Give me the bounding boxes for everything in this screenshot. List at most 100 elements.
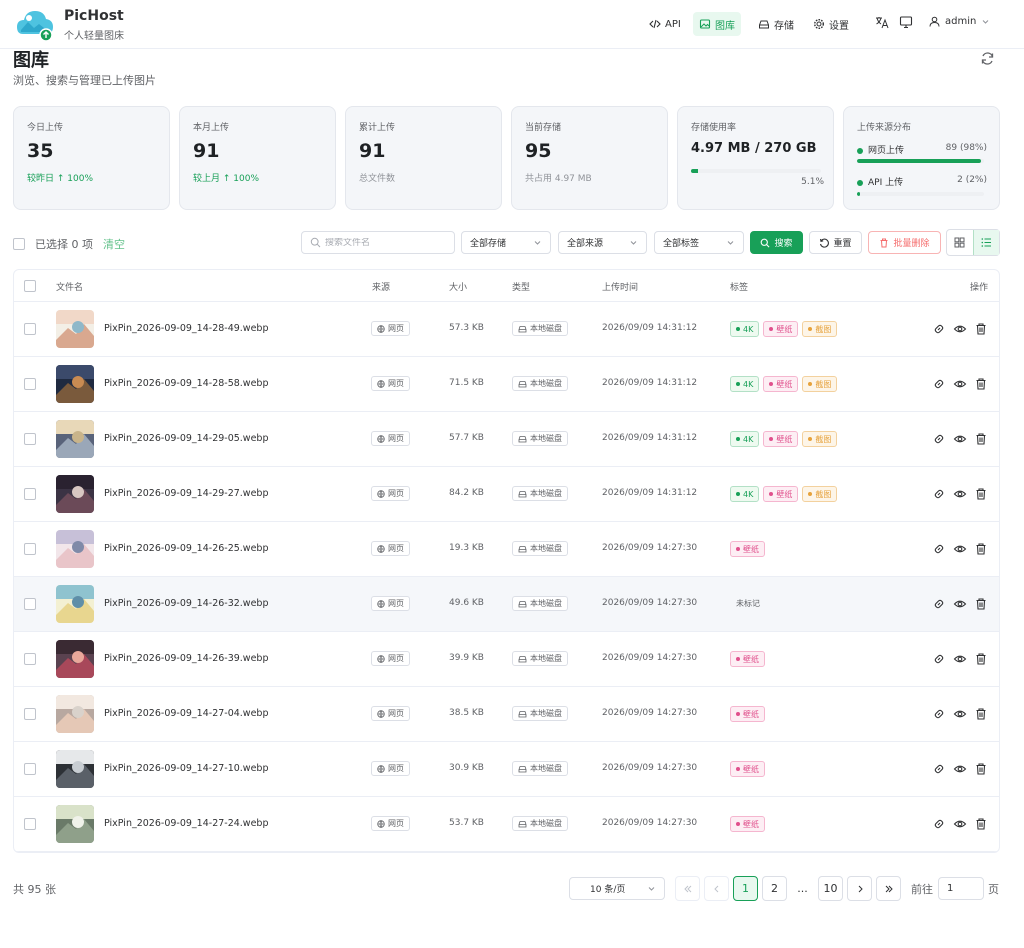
eye-icon[interactable] bbox=[953, 707, 967, 721]
prev-page-button[interactable] bbox=[704, 876, 729, 901]
row-checkbox[interactable] bbox=[24, 763, 36, 775]
file-name[interactable]: PixPin_2026-09-09_14-27-10.webp bbox=[104, 763, 269, 774]
eye-icon[interactable] bbox=[953, 487, 967, 501]
table-row[interactable]: PixPin_2026-09-09_14-26-39.webp 网页 39.9 … bbox=[14, 632, 999, 687]
table-row[interactable]: PixPin_2026-09-09_14-29-27.webp 网页 84.2 … bbox=[14, 467, 999, 522]
thumbnail[interactable] bbox=[56, 475, 94, 513]
trash-icon[interactable] bbox=[974, 377, 988, 391]
trash-icon[interactable] bbox=[974, 817, 988, 831]
tag-chip[interactable]: 壁纸 bbox=[763, 321, 799, 337]
tag-chip[interactable]: 4K bbox=[730, 376, 760, 392]
page-button-2[interactable]: 2 bbox=[762, 876, 787, 901]
trash-icon[interactable] bbox=[974, 597, 988, 611]
row-checkbox[interactable] bbox=[24, 708, 36, 720]
file-name[interactable]: PixPin_2026-09-09_14-29-05.webp bbox=[104, 433, 269, 444]
link-icon[interactable] bbox=[932, 707, 946, 721]
tag-chip[interactable]: 截图 bbox=[802, 431, 838, 447]
clear-selection-link[interactable]: 清空 bbox=[103, 236, 125, 252]
file-name[interactable]: PixPin_2026-09-09_14-28-58.webp bbox=[104, 378, 269, 389]
tag-chip[interactable]: 壁纸 bbox=[730, 816, 765, 832]
thumbnail[interactable] bbox=[56, 805, 94, 843]
source-filter-select[interactable]: 全部来源 bbox=[558, 231, 647, 254]
row-checkbox[interactable] bbox=[24, 323, 36, 335]
first-page-button[interactable] bbox=[675, 876, 700, 901]
eye-icon[interactable] bbox=[953, 322, 967, 336]
table-row[interactable]: PixPin_2026-09-09_14-26-32.webp 网页 49.6 … bbox=[14, 577, 999, 632]
row-checkbox[interactable] bbox=[24, 818, 36, 830]
table-row[interactable]: PixPin_2026-09-09_14-27-24.webp 网页 53.7 … bbox=[14, 797, 999, 852]
link-icon[interactable] bbox=[932, 652, 946, 666]
link-icon[interactable] bbox=[932, 762, 946, 776]
tag-chip[interactable]: 壁纸 bbox=[763, 431, 799, 447]
file-name[interactable]: PixPin_2026-09-09_14-26-39.webp bbox=[104, 653, 269, 664]
tag-chip[interactable]: 壁纸 bbox=[730, 651, 765, 667]
eye-icon[interactable] bbox=[953, 762, 967, 776]
grid-view-button[interactable] bbox=[947, 230, 973, 255]
page-button-10[interactable]: 10 bbox=[818, 876, 843, 901]
next-page-button[interactable] bbox=[847, 876, 872, 901]
trash-icon[interactable] bbox=[974, 762, 988, 776]
tag-chip[interactable]: 截图 bbox=[802, 376, 838, 392]
link-icon[interactable] bbox=[932, 542, 946, 556]
row-checkbox[interactable] bbox=[24, 488, 36, 500]
link-icon[interactable] bbox=[932, 377, 946, 391]
tag-chip[interactable]: 壁纸 bbox=[763, 376, 799, 392]
trash-icon[interactable] bbox=[974, 707, 988, 721]
tag-chip[interactable]: 壁纸 bbox=[763, 486, 799, 502]
eye-icon[interactable] bbox=[953, 817, 967, 831]
table-row[interactable]: PixPin_2026-09-09_14-29-05.webp 网页 57.7 … bbox=[14, 412, 999, 467]
trash-icon[interactable] bbox=[974, 432, 988, 446]
nav-gallery[interactable]: 图库 bbox=[693, 12, 741, 36]
tag-chip[interactable]: 截图 bbox=[802, 486, 838, 502]
last-page-button[interactable] bbox=[876, 876, 901, 901]
list-view-button[interactable] bbox=[972, 230, 999, 255]
row-checkbox[interactable] bbox=[24, 543, 36, 555]
table-row[interactable]: PixPin_2026-09-09_14-28-49.webp 网页 57.3 … bbox=[14, 302, 999, 357]
table-row[interactable]: PixPin_2026-09-09_14-28-58.webp 网页 71.5 … bbox=[14, 357, 999, 412]
tag-filter-select[interactable]: 全部标签 bbox=[654, 231, 744, 254]
tag-chip[interactable]: 壁纸 bbox=[730, 706, 765, 722]
tag-chip[interactable]: 截图 bbox=[802, 321, 838, 337]
tag-chip[interactable]: 壁纸 bbox=[730, 541, 765, 557]
file-name[interactable]: PixPin_2026-09-09_14-27-24.webp bbox=[104, 818, 269, 829]
eye-icon[interactable] bbox=[953, 432, 967, 446]
page-ellipsis[interactable]: ... bbox=[790, 876, 815, 901]
row-checkbox[interactable] bbox=[24, 378, 36, 390]
eye-icon[interactable] bbox=[953, 542, 967, 556]
file-name[interactable]: PixPin_2026-09-09_14-27-04.webp bbox=[104, 708, 269, 719]
thumbnail[interactable] bbox=[56, 585, 94, 623]
thumbnail[interactable] bbox=[56, 365, 94, 403]
batch-delete-button[interactable]: 批量删除 bbox=[868, 231, 941, 254]
select-all-checkbox[interactable] bbox=[13, 238, 25, 250]
thumbnail[interactable] bbox=[56, 750, 94, 788]
link-icon[interactable] bbox=[932, 487, 946, 501]
tag-chip[interactable]: 4K bbox=[730, 431, 760, 447]
file-name[interactable]: PixPin_2026-09-09_14-26-32.webp bbox=[104, 598, 269, 609]
trash-icon[interactable] bbox=[974, 487, 988, 501]
table-row[interactable]: PixPin_2026-09-09_14-27-10.webp 网页 30.9 … bbox=[14, 742, 999, 797]
nav-storage[interactable]: 存储 bbox=[752, 12, 800, 36]
refresh-icon[interactable] bbox=[980, 51, 995, 66]
link-icon[interactable] bbox=[932, 597, 946, 611]
tag-chip[interactable]: 4K bbox=[730, 486, 760, 502]
search-input[interactable] bbox=[325, 237, 445, 248]
link-icon[interactable] bbox=[932, 322, 946, 336]
eye-icon[interactable] bbox=[953, 377, 967, 391]
storage-filter-select[interactable]: 全部存储 bbox=[461, 231, 551, 254]
file-name[interactable]: PixPin_2026-09-09_14-29-27.webp bbox=[104, 488, 269, 499]
goto-page-input[interactable] bbox=[938, 877, 984, 900]
page-size-select[interactable]: 10 条/页 bbox=[569, 877, 665, 900]
header-checkbox[interactable] bbox=[24, 280, 36, 292]
thumbnail[interactable] bbox=[56, 695, 94, 733]
eye-icon[interactable] bbox=[953, 597, 967, 611]
nav-api[interactable]: API bbox=[643, 12, 687, 36]
link-icon[interactable] bbox=[932, 817, 946, 831]
user-menu[interactable]: admin bbox=[929, 16, 990, 27]
translate-icon[interactable] bbox=[875, 15, 889, 29]
reset-button[interactable]: 重置 bbox=[809, 231, 862, 254]
trash-icon[interactable] bbox=[974, 542, 988, 556]
thumbnail[interactable] bbox=[56, 420, 94, 458]
row-checkbox[interactable] bbox=[24, 598, 36, 610]
file-name[interactable]: PixPin_2026-09-09_14-26-25.webp bbox=[104, 543, 269, 554]
table-row[interactable]: PixPin_2026-09-09_14-27-04.webp 网页 38.5 … bbox=[14, 687, 999, 742]
